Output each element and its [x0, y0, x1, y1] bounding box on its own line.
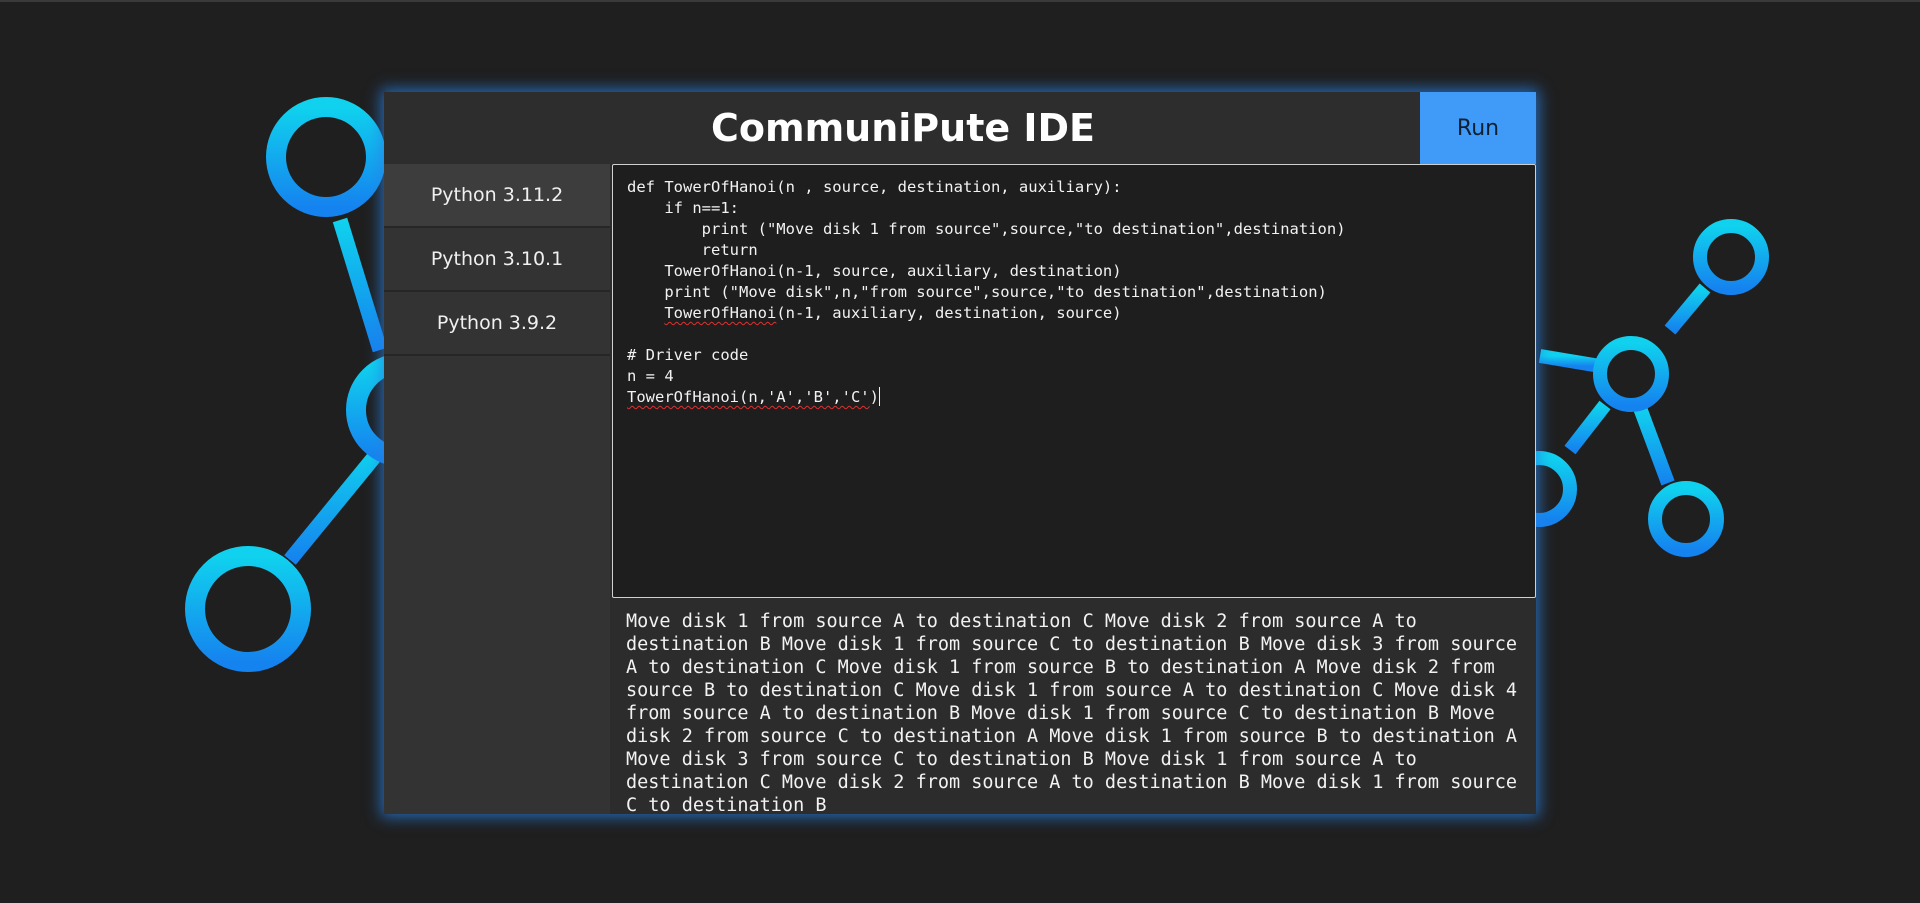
python-version-sidebar: Python 3.11.2 Python 3.10.1 Python 3.9.2	[384, 164, 610, 814]
python-version-item[interactable]: Python 3.9.2	[384, 292, 610, 356]
python-version-item[interactable]: Python 3.11.2	[384, 164, 610, 228]
code-line: return	[627, 241, 758, 259]
python-version-item[interactable]: Python 3.10.1	[384, 228, 610, 292]
spellcheck-underlined-call: TowerOfHanoi	[664, 304, 777, 322]
spellcheck-underlined-call: TowerOfHanoi(n,'A','B','C'	[627, 388, 870, 406]
code-line-tail: )	[869, 388, 879, 406]
code-line: n = 4	[627, 367, 674, 385]
ide-header: CommuniPute IDE Run	[384, 92, 1536, 164]
code-line-args: (n-1, auxiliary, destination, source)	[776, 304, 1122, 322]
output-console: Move disk 1 from source A to destination…	[612, 600, 1536, 814]
ide-window: CommuniPute IDE Run Python 3.11.2 Python…	[384, 92, 1536, 814]
code-line: if n==1:	[627, 199, 739, 217]
code-line-comment: # Driver code	[627, 346, 749, 364]
text-cursor	[878, 387, 880, 406]
code-editor[interactable]: def TowerOfHanoi(n , source, destination…	[612, 164, 1536, 598]
run-button[interactable]: Run	[1420, 92, 1536, 164]
code-line: print ("Move disk",n,"from source",sourc…	[627, 283, 1327, 301]
right-network-icon	[1501, 219, 1769, 557]
code-line-indent	[627, 304, 664, 322]
code-line: def TowerOfHanoi(n , source, destination…	[627, 178, 1122, 196]
code-line: TowerOfHanoi(n-1, source, auxiliary, des…	[627, 262, 1122, 280]
code-content[interactable]: def TowerOfHanoi(n , source, destination…	[613, 165, 1535, 420]
app-title: CommuniPute IDE	[710, 106, 1096, 150]
code-line: print ("Move disk 1 from source",source,…	[627, 220, 1346, 238]
